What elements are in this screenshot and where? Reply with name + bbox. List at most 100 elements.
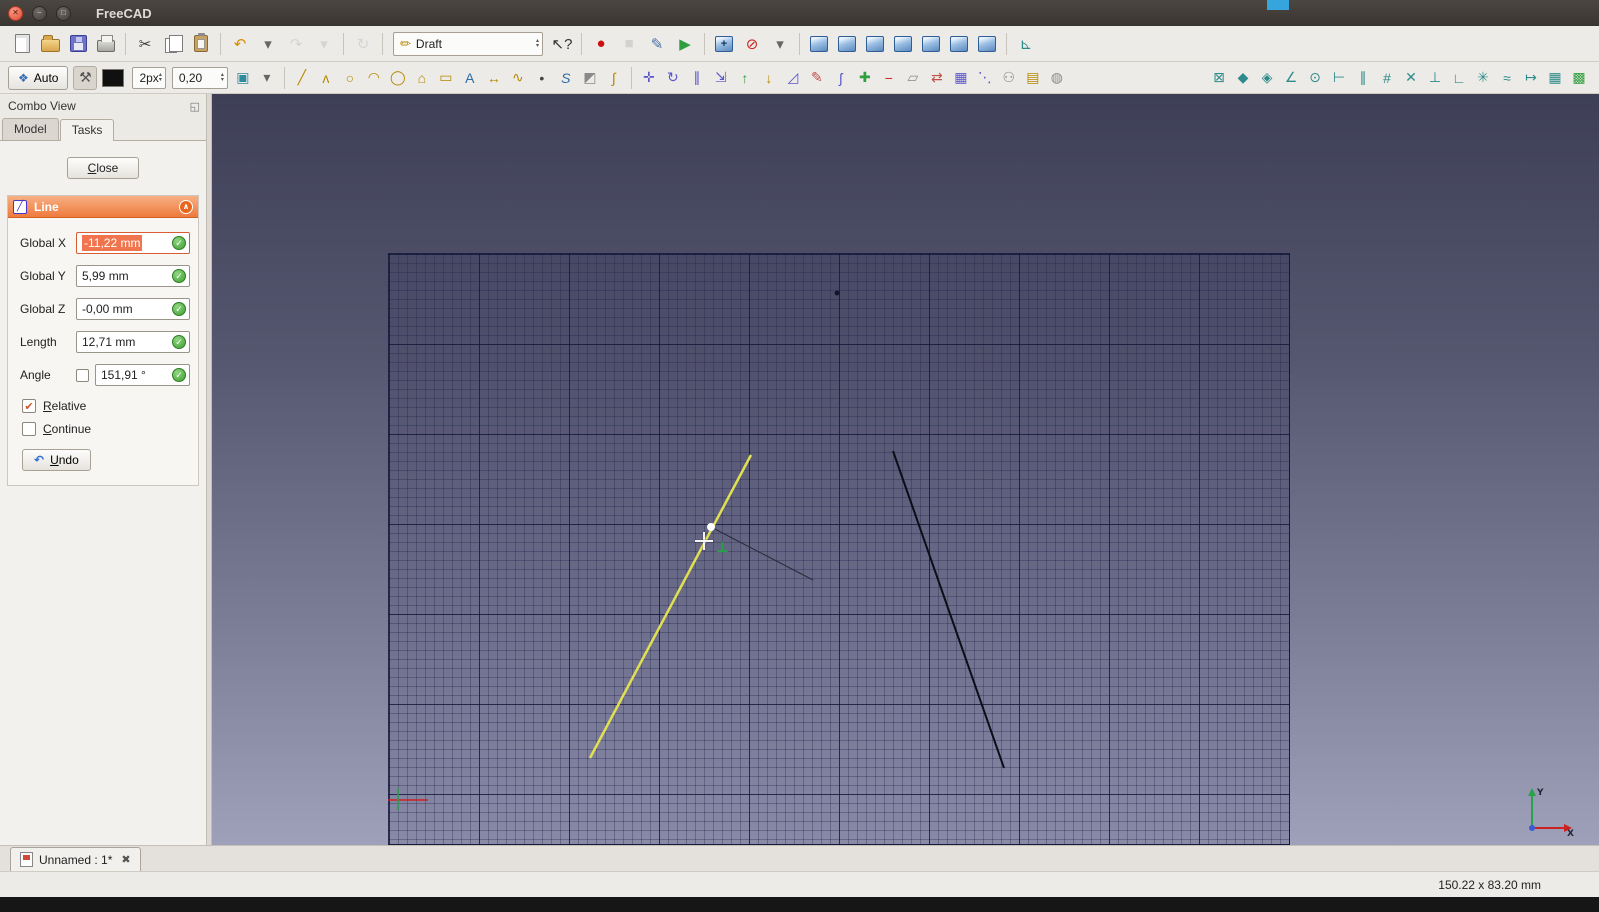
new-file-icon[interactable] — [9, 31, 35, 57]
arc-icon[interactable]: ◠ — [362, 66, 386, 90]
clipping-plane-icon[interactable]: ⊘ — [739, 31, 765, 57]
line-width-spinner[interactable]: 2px ▴ ▾ — [132, 66, 166, 89]
snap-extension-icon[interactable]: ⊢ — [1327, 66, 1351, 90]
document-tab[interactable]: Unnamed : 1* ✖ — [10, 847, 141, 871]
angle-lock-checkbox[interactable] — [76, 368, 89, 382]
dock-float-icon[interactable]: ◱ — [190, 100, 200, 113]
snap-near-icon[interactable]: ≈ — [1495, 66, 1519, 90]
point-icon[interactable]: • — [530, 66, 554, 90]
window-maximize-button[interactable]: □ — [56, 5, 71, 21]
line-width-spin-arrows[interactable]: ▴ ▾ — [159, 72, 162, 83]
box-zoom-icon[interactable]: + — [711, 31, 737, 57]
close-task-button[interactable]: Close — [67, 157, 139, 179]
dimension-icon[interactable]: ↔ — [482, 66, 506, 90]
apply-style-icon[interactable]: ▣ — [231, 66, 255, 90]
downgrade-icon[interactable]: ↓ — [757, 66, 781, 90]
window-minimize-button[interactable]: − — [32, 5, 47, 21]
measure-distance-icon[interactable]: ⊾ — [1013, 31, 1039, 57]
toggle-display-mode-icon[interactable]: ◍ — [1045, 66, 1069, 90]
view-isometric-icon[interactable] — [806, 31, 832, 57]
continue-checkbox[interactable] — [22, 422, 36, 436]
drawing-view-icon[interactable]: ▤ — [1021, 66, 1045, 90]
undo-button[interactable]: ↶ Undo — [22, 449, 91, 471]
macro-record-icon[interactable]: ● — [588, 31, 614, 57]
add-point-icon[interactable]: ✚ — [853, 66, 877, 90]
print-icon[interactable] — [93, 31, 119, 57]
input-global-x[interactable]: -11,22 mm ✓ — [76, 232, 190, 254]
tab-tasks[interactable]: Tasks — [59, 119, 115, 141]
ellipse-icon[interactable]: ◯ — [386, 66, 410, 90]
construction-mode-icon[interactable]: ⚒ — [73, 65, 98, 90]
bspline-icon[interactable]: ∿ — [506, 66, 530, 90]
snap-grid-icon[interactable]: # — [1375, 66, 1399, 90]
collapse-section-icon[interactable]: ∧ — [179, 199, 193, 214]
undo-icon[interactable]: ↶ — [227, 31, 253, 57]
input-global-y[interactable]: 5,99 mm ✓ — [76, 265, 190, 287]
view-right-icon[interactable] — [890, 31, 916, 57]
clipping-menu-icon[interactable]: ▾ — [767, 31, 793, 57]
rotate-icon[interactable]: ↻ — [661, 66, 685, 90]
snap-midpoint-icon[interactable]: ◈ — [1255, 66, 1279, 90]
input-global-z[interactable]: -0,00 mm ✓ — [76, 298, 190, 320]
whats-this-icon[interactable]: ↖? — [549, 31, 575, 57]
snap-working-plane-icon[interactable]: ▦ — [1543, 66, 1567, 90]
edit-icon[interactable]: ✎ — [805, 66, 829, 90]
bezier-icon[interactable]: ∫ — [602, 66, 626, 90]
text-icon[interactable]: A — [458, 66, 482, 90]
snap-parallel-icon[interactable]: ∥ — [1351, 66, 1375, 90]
line-color-swatch[interactable] — [102, 68, 125, 87]
upgrade-icon[interactable]: ↑ — [733, 66, 757, 90]
snap-angle-icon[interactable]: ∠ — [1279, 66, 1303, 90]
workbench-spin-arrows[interactable]: ▴ ▾ — [536, 38, 539, 49]
document-tab-close-icon[interactable]: ✖ — [121, 853, 130, 866]
scale-icon[interactable]: ◿ — [781, 66, 805, 90]
trimex-icon[interactable]: ⇲ — [709, 66, 733, 90]
clone-icon[interactable]: ⚇ — [997, 66, 1021, 90]
window-close-button[interactable]: ✕ — [8, 5, 23, 21]
view-bottom-icon[interactable] — [946, 31, 972, 57]
input-angle[interactable]: 151,91 ° ✓ — [95, 364, 190, 386]
text-size-spin-arrows[interactable]: ▴ ▾ — [221, 72, 224, 83]
view-front-icon[interactable] — [834, 31, 860, 57]
wire-to-bspline-icon[interactable]: ʃ — [829, 66, 853, 90]
undo-menu-icon[interactable]: ▾ — [255, 31, 281, 57]
move-icon[interactable]: ✛ — [637, 66, 661, 90]
relative-checkbox[interactable]: ✔ — [22, 399, 36, 413]
snap-lock-icon[interactable]: ⊠ — [1207, 66, 1231, 90]
line-icon[interactable]: ╱ — [290, 66, 314, 90]
rectangle-icon[interactable]: ▭ — [434, 66, 458, 90]
paste-icon[interactable] — [188, 31, 214, 57]
circle-icon[interactable]: ○ — [338, 66, 362, 90]
snap-endpoint-icon[interactable]: ◆ — [1231, 66, 1255, 90]
shape-2d-view-icon[interactable]: ▱ — [901, 66, 925, 90]
polygon-icon[interactable]: ⌂ — [410, 66, 434, 90]
offset-icon[interactable]: ∥ — [685, 66, 709, 90]
view-top-icon[interactable] — [862, 31, 888, 57]
snap-perpendicular-icon[interactable]: ⊥ — [1423, 66, 1447, 90]
cut-icon[interactable]: ✂ — [132, 31, 158, 57]
3d-viewport[interactable]: ⊥ Y X — [212, 94, 1599, 845]
shapestring-icon[interactable]: S — [554, 66, 578, 90]
facebinder-icon[interactable]: ◩ — [578, 66, 602, 90]
input-length[interactable]: 12,71 mm ✓ — [76, 331, 190, 353]
view-rear-icon[interactable] — [918, 31, 944, 57]
macro-edit-icon[interactable]: ✎ — [644, 31, 670, 57]
tab-model[interactable]: Model — [2, 118, 59, 140]
macro-run-icon[interactable]: ▶ — [672, 31, 698, 57]
snap-intersection-icon[interactable]: ✕ — [1399, 66, 1423, 90]
draft-to-sketch-icon[interactable]: ⇄ — [925, 66, 949, 90]
workbench-selector[interactable]: ✏ Draft ▴ ▾ — [393, 31, 543, 56]
array-icon[interactable]: ▦ — [949, 66, 973, 90]
copy-icon[interactable] — [160, 31, 186, 57]
style-menu-icon[interactable]: ▾ — [255, 66, 279, 90]
snap-dimensions-icon[interactable]: ↦ — [1519, 66, 1543, 90]
working-plane-button[interactable]: ❖ Auto — [8, 65, 69, 90]
open-folder-icon[interactable] — [37, 31, 63, 57]
snap-ortho-icon[interactable]: ∟ — [1447, 66, 1471, 90]
path-array-icon[interactable]: ⋱ — [973, 66, 997, 90]
text-size-spinner[interactable]: 0,20 ▴ ▾ — [171, 66, 228, 89]
view-left-icon[interactable] — [974, 31, 1000, 57]
toggle-grid-icon[interactable]: ▩ — [1567, 66, 1591, 90]
remove-point-icon[interactable]: − — [877, 66, 901, 90]
snap-center-icon[interactable]: ⊙ — [1303, 66, 1327, 90]
